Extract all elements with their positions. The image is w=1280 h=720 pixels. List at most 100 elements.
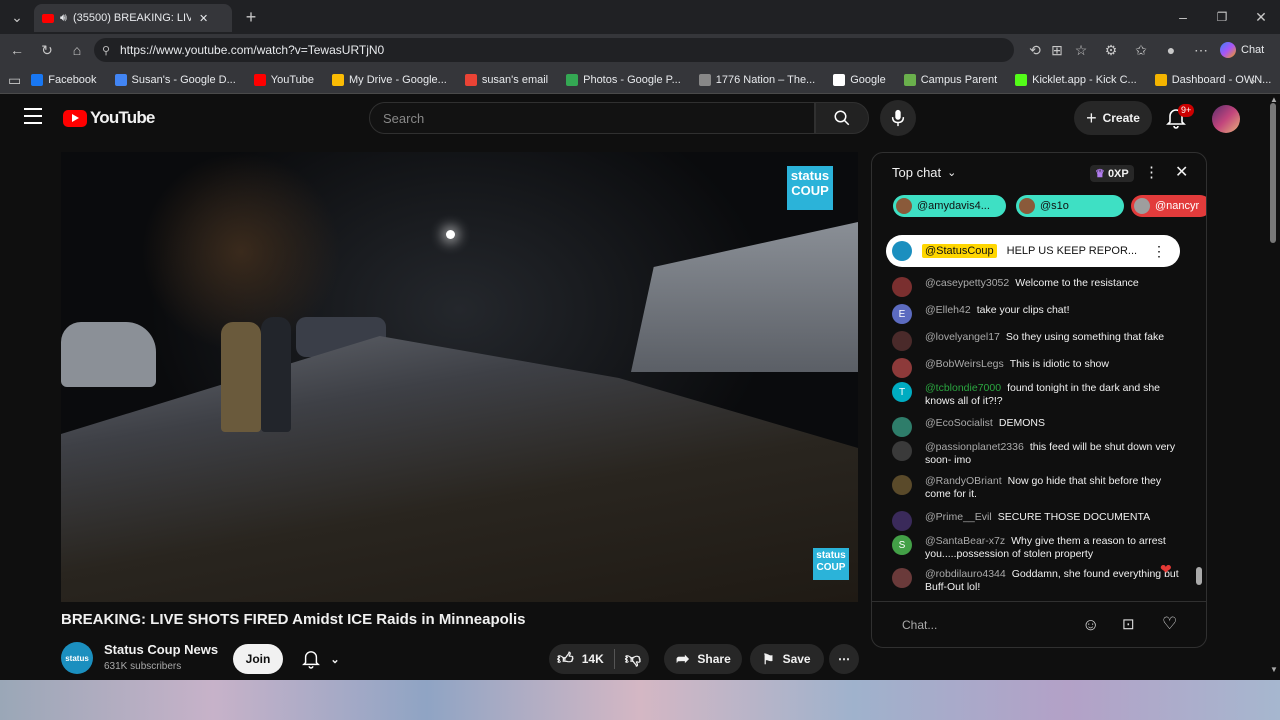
bookmark-item[interactable]: 1776 Nation – The... — [698, 73, 815, 86]
search-button[interactable] — [815, 102, 869, 134]
close-tab-icon[interactable]: ✕ — [199, 12, 208, 25]
gifter-chip[interactable]: @nancyr — [1131, 195, 1206, 217]
voice-search-button[interactable] — [880, 100, 916, 136]
chat-message[interactable]: T @tcblondie7000 found tonight in the dark… — [892, 382, 1182, 408]
chat-author[interactable]: @RandyOBriant — [925, 475, 1002, 487]
notifications-button[interactable]: 9+ — [1166, 104, 1195, 134]
like-button[interactable]: 👍︎ 14K — [557, 650, 604, 669]
create-button[interactable]: + Create — [1074, 101, 1152, 135]
bookmark-item[interactable]: Susan's - Google D... — [114, 73, 236, 86]
gifter-chip[interactable]: @amydavis4... — [893, 195, 1006, 217]
search-input[interactable]: Search — [369, 102, 815, 134]
chat-author[interactable]: @lovelyangel17 — [925, 331, 1000, 343]
chat-author[interactable]: @Prime__Evil — [925, 511, 992, 523]
chat-message[interactable]: S @SantaBear-x7z Why give them a reason to… — [892, 535, 1182, 561]
dislike-button[interactable]: 👎︎ — [625, 650, 641, 669]
page-scrollbar[interactable]: ▲ ▼ — [1266, 95, 1280, 680]
save-button[interactable]: ⚑ Save — [750, 644, 824, 674]
home-icon[interactable]: ⌂ — [66, 39, 88, 61]
chat-message[interactable]: @Prime__Evil SECURE THOSE DOCUMENTA — [892, 511, 1182, 531]
bookmark-item[interactable]: Facebook — [31, 73, 97, 86]
pinned-more-icon[interactable]: ⋮ — [1152, 243, 1166, 260]
sidebar-toggle-icon[interactable]: ▭ — [8, 69, 21, 91]
close-chat-icon[interactable]: ✕ — [1175, 162, 1188, 182]
account-avatar[interactable] — [1212, 105, 1240, 133]
maximize-icon[interactable]: ❐ — [1211, 6, 1233, 28]
chat-author[interactable]: @EcoSocialist — [925, 417, 993, 429]
chat-message[interactable]: @BobWeirsLegs This is idiotic to show — [892, 358, 1182, 378]
copilot-chat-button[interactable]: Chat — [1220, 39, 1264, 61]
bell-icon — [302, 651, 321, 669]
chat-author[interactable]: @Elleh42 — [925, 304, 971, 316]
chat-author[interactable]: @tcblondie7000 — [925, 382, 1001, 394]
bookmark-item[interactable]: Campus Parent — [903, 73, 997, 86]
scroll-down-icon[interactable]: ▼ — [1270, 665, 1278, 674]
speaker-icon[interactable]: 🔊︎ — [60, 12, 67, 25]
bookmark-item[interactable]: My Drive - Google... — [332, 73, 447, 86]
top-chat-dropdown[interactable]: Top chat ⌄ — [892, 165, 956, 180]
chat-author[interactable]: @robdilauro4344 — [925, 568, 1006, 580]
tab-list-chevron-icon[interactable]: ⌄ — [6, 6, 28, 28]
share-label: Share — [697, 652, 731, 666]
favorites-icon[interactable]: ✩ — [1130, 39, 1152, 61]
chat-message[interactable]: @passionplanet2336 this feed will be shut… — [892, 441, 1182, 467]
chat-scrollbar[interactable] — [1196, 231, 1202, 593]
bookmark-item[interactable]: Kicklet.app - Kick C... — [1015, 73, 1137, 86]
chat-message-body: @lovelyangel17 So they using something th… — [925, 331, 1182, 344]
chat-message-body: @SantaBear-x7z Why give them a reason to … — [925, 535, 1182, 561]
new-tab-icon[interactable]: + — [240, 6, 262, 28]
chevron-down-icon: ⌄ — [947, 167, 957, 179]
bookmark-item[interactable]: Photos - Google P... — [566, 73, 681, 86]
profile-avatar-icon[interactable]: ● — [1160, 39, 1182, 61]
close-window-icon[interactable]: ✕ — [1250, 6, 1272, 28]
chat-message[interactable]: @robdilauro4344 Goddamn, she found everyt… — [892, 568, 1182, 594]
chat-message[interactable]: E @Elleh42 take your clips chat! — [892, 304, 1182, 324]
channel-avatar[interactable]: status — [61, 642, 93, 674]
apps-icon[interactable]: ⊞ — [1046, 39, 1068, 61]
chat-input-area: Chat... ☺ ⊡ ♡ — [872, 601, 1206, 647]
video-player[interactable]: status COUP status COUP — [61, 152, 858, 602]
chat-author[interactable]: @passionplanet2336 — [925, 441, 1024, 453]
site-info-icon[interactable]: ⚲ — [102, 44, 110, 57]
more-actions-button[interactable]: ⋯ — [829, 644, 859, 674]
join-button[interactable]: Join — [233, 644, 283, 674]
chat-input[interactable]: Chat... — [902, 618, 937, 632]
chat-scroll-thumb[interactable] — [1196, 567, 1202, 585]
subscribed-bell-button[interactable]: ⌄ — [292, 644, 350, 674]
chat-message[interactable]: @caseypetty3052 Welcome to the resistance — [892, 277, 1182, 297]
bookmarks-overflow-icon[interactable]: › — [1242, 69, 1264, 91]
bookmark-item[interactable]: Google — [833, 73, 886, 86]
like-dislike-group: 👍︎ 14K 👎︎ — [549, 644, 649, 674]
chat-message[interactable]: @EcoSocialist DEMONS — [892, 417, 1182, 437]
minimize-icon[interactable]: – — [1172, 6, 1194, 28]
chat-author[interactable]: @SantaBear-x7z — [925, 535, 1005, 547]
chevron-down-icon: ⌄ — [330, 653, 340, 666]
chat-author[interactable]: @caseypetty3052 — [925, 277, 1009, 289]
bookmark-item[interactable]: susan's email — [464, 73, 548, 86]
chat-text: This is idiotic to show — [1009, 358, 1109, 370]
extensions-icon[interactable]: ⚙ — [1100, 39, 1122, 61]
translate-icon[interactable]: ⟲ — [1024, 39, 1046, 61]
gifter-chip[interactable]: @s1o — [1016, 195, 1124, 217]
browser-tab-active[interactable]: 🔊︎ (35500) BREAKING: LIVE SHOT ✕ — [34, 4, 232, 32]
chat-message[interactable]: @lovelyangel17 So they using something th… — [892, 331, 1182, 351]
address-field[interactable]: ⚲ https://www.youtube.com/watch?v=TewasU… — [94, 38, 1014, 62]
share-button[interactable]: ➦ Share — [664, 644, 742, 674]
back-icon[interactable]: ← — [6, 39, 28, 61]
channel-name[interactable]: Status Coup News — [104, 642, 218, 657]
chat-more-options-icon[interactable]: ⋮ — [1144, 163, 1159, 181]
emoji-icon[interactable]: ☺ — [1082, 615, 1099, 635]
page-scroll-thumb[interactable] — [1270, 103, 1276, 243]
chat-message[interactable]: @RandyOBriant Now go hide that shit befor… — [892, 475, 1182, 501]
menu-hamburger-icon[interactable] — [24, 108, 42, 124]
reload-icon[interactable]: ↻ — [36, 39, 58, 61]
bookmark-item[interactable]: YouTube — [253, 73, 314, 86]
points-badge[interactable]: ♛ 0XP — [1090, 165, 1134, 182]
pinned-message[interactable]: @StatusCoup HELP US KEEP REPOR... ⋮ — [886, 235, 1180, 267]
youtube-logo[interactable]: YouTube — [63, 108, 155, 128]
chat-author[interactable]: @BobWeirsLegs — [925, 358, 1004, 370]
heart-icon[interactable]: ♡ — [1162, 614, 1177, 634]
super-chat-icon[interactable]: ⊡ — [1122, 615, 1135, 633]
favorite-star-icon[interactable]: ☆ — [1070, 39, 1092, 61]
more-menu-icon[interactable]: ⋯ — [1190, 39, 1212, 61]
